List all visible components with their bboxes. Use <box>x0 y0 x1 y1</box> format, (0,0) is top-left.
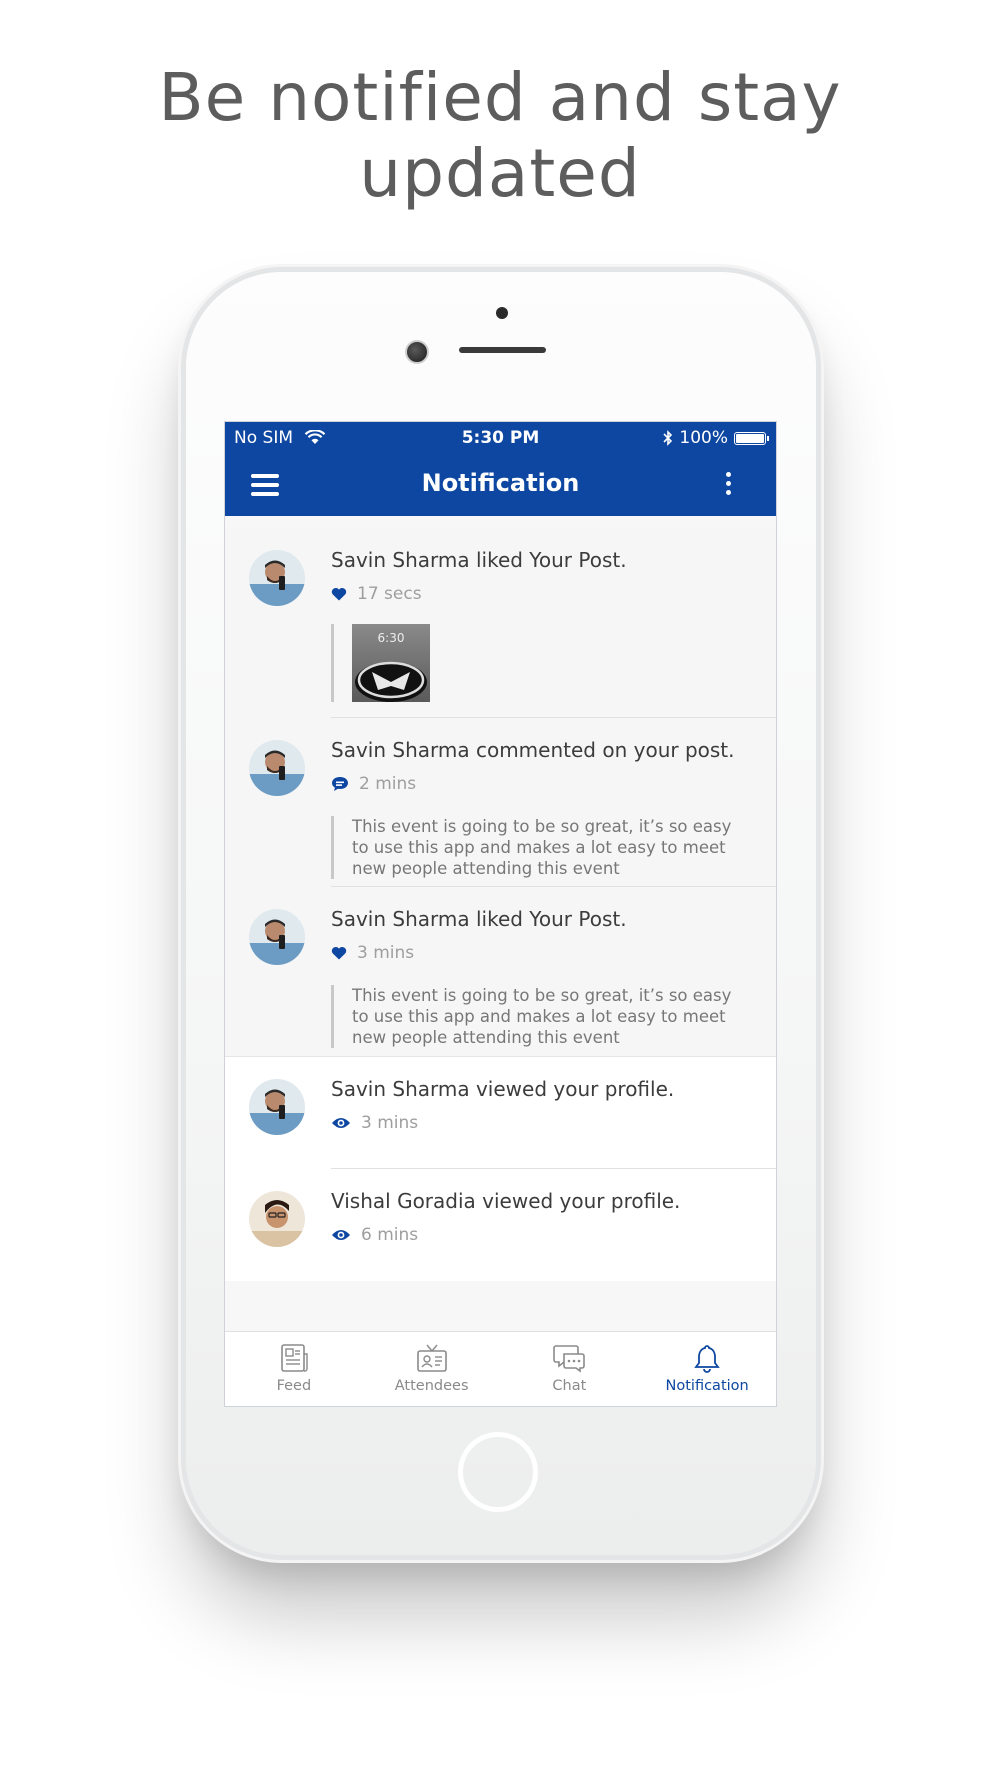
notification-item[interactable]: Savin Sharma viewed your profile. 3 mins <box>225 1056 776 1169</box>
notification-meta: 3 mins <box>331 943 414 963</box>
tab-label: Chat <box>552 1378 587 1394</box>
more-options-icon[interactable] <box>726 472 732 499</box>
status-bar: No SIM 5:30 PM 100% <box>225 422 776 454</box>
avatar <box>249 550 305 606</box>
tab-chat[interactable]: Chat <box>501 1332 639 1406</box>
avatar <box>249 1191 305 1247</box>
comment-icon <box>332 777 348 791</box>
bottom-tab-bar: Feed Attendees Chat Notification <box>225 1331 776 1406</box>
status-right: 100% <box>663 428 769 448</box>
battery-percent: 100% <box>679 428 728 448</box>
notification-time: 6 mins <box>361 1225 419 1245</box>
notification-meta: 17 secs <box>331 584 422 604</box>
proximity-sensor <box>496 307 508 319</box>
notification-time: 3 mins <box>357 943 415 963</box>
notification-text: Savin Sharma liked Your Post. <box>331 907 627 931</box>
notification-text: Savin Sharma viewed your profile. <box>331 1077 675 1101</box>
earpiece-speaker <box>459 347 546 353</box>
notification-item[interactable]: Savin Sharma liked Your Post. 3 mins Thi… <box>225 887 776 1056</box>
bluetooth-icon <box>663 430 673 446</box>
battery-icon <box>734 431 769 445</box>
avatar <box>249 1079 305 1135</box>
page-title: Notification <box>421 469 580 497</box>
notification-meta: 6 mins <box>331 1225 418 1245</box>
eye-icon <box>332 1230 350 1240</box>
heart-icon <box>331 587 347 601</box>
comment-quote: This event is going to be so great, it’s… <box>331 816 752 879</box>
heart-icon <box>331 946 347 960</box>
phone-screen: No SIM 5:30 PM 100% Notification Savin S… <box>224 421 777 1407</box>
tab-label: Attendees <box>394 1378 469 1394</box>
notification-text: Savin Sharma commented on your post. <box>331 738 735 762</box>
home-button[interactable] <box>458 1432 538 1512</box>
notification-item[interactable]: Vishal Goradia viewed your profile. 6 mi… <box>225 1169 776 1281</box>
notification-time: 2 mins <box>359 774 417 794</box>
avatar <box>249 740 305 796</box>
app-bar: Notification <box>225 454 776 516</box>
post-quote: This event is going to be so great, it’s… <box>331 985 752 1048</box>
bell-icon <box>694 1345 720 1373</box>
notification-item[interactable]: Savin Sharma commented on your post. 2 m… <box>225 718 776 887</box>
notification-text: Savin Sharma liked Your Post. <box>331 548 627 572</box>
avatar <box>249 909 305 965</box>
chat-icon <box>553 1345 586 1373</box>
headline-line-2: updated <box>359 135 641 212</box>
notification-time: 17 secs <box>357 584 422 604</box>
headline-line-1: Be notified and stay <box>158 59 842 136</box>
attachment-quote: 6:30 <box>331 624 430 702</box>
attendees-icon <box>416 1344 447 1372</box>
shield-logo-icon <box>355 661 427 702</box>
notification-list: Savin Sharma liked Your Post. 17 secs 6:… <box>225 528 776 1281</box>
notification-meta: 2 mins <box>331 774 416 794</box>
tab-notification[interactable]: Notification <box>638 1332 776 1406</box>
tab-attendees[interactable]: Attendees <box>363 1332 501 1406</box>
notification-item[interactable]: Savin Sharma liked Your Post. 17 secs 6:… <box>225 528 776 718</box>
post-image-thumbnail[interactable]: 6:30 <box>352 624 430 702</box>
notification-meta: 3 mins <box>331 1113 418 1133</box>
tab-label: Feed <box>276 1378 312 1394</box>
tab-label: Notification <box>665 1378 749 1394</box>
eye-icon <box>332 1118 350 1128</box>
front-camera <box>405 340 429 364</box>
headline: Be notified and stay updated <box>0 60 1000 212</box>
notification-text: Vishal Goradia viewed your profile. <box>331 1189 681 1213</box>
notification-time: 3 mins <box>361 1113 419 1133</box>
tab-feed[interactable]: Feed <box>225 1332 363 1406</box>
feed-icon <box>281 1344 308 1372</box>
